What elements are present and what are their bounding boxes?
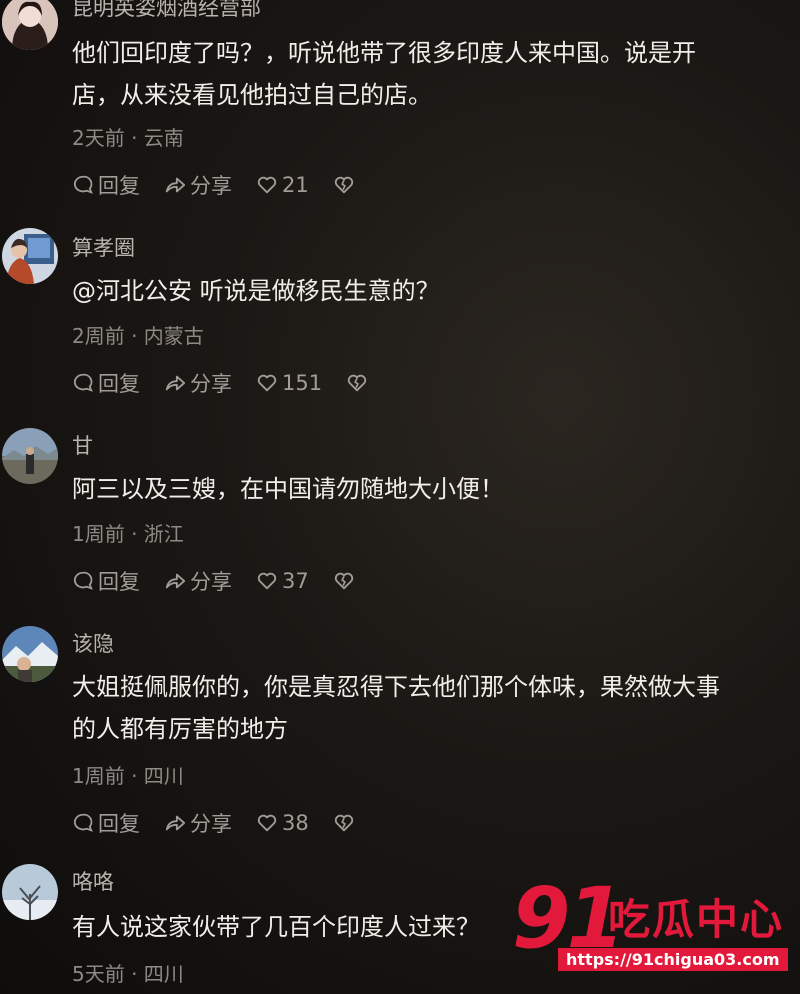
share-button[interactable]: 分享 — [164, 170, 232, 200]
avatar-photo-icon — [2, 626, 58, 682]
heart-icon — [257, 176, 277, 194]
share-button[interactable]: 分享 — [164, 808, 232, 838]
avatar-photo-icon — [2, 428, 58, 484]
comment-text-line: 他们回印度了吗？，听说他带了很多印度人来中国。说是开 — [72, 39, 696, 67]
heart-icon — [257, 572, 277, 590]
username[interactable]: 咯咯 — [72, 866, 114, 896]
share-button[interactable]: 分享 — [164, 368, 232, 398]
like-button[interactable]: 151 — [256, 371, 322, 395]
avatar-photo-icon — [2, 228, 58, 284]
dislike-button[interactable] — [333, 174, 359, 196]
comment-actions: 回复 分享 151 — [72, 368, 396, 398]
comment-bubble-icon — [73, 813, 93, 832]
share-label: 分享 — [190, 174, 232, 198]
comment-actions: 回复 分享 38 — [72, 808, 383, 838]
avatar-photo-icon — [2, 864, 58, 920]
comment-actions: 回复 分享 21 — [72, 170, 383, 200]
reply-button[interactable]: 回复 — [72, 566, 140, 596]
comment-meta: 5天前 · 四川 — [72, 962, 184, 986]
comment-bubble-icon — [73, 175, 93, 194]
comment-text-line: 的人都有厉害的地方 — [72, 715, 288, 743]
share-button[interactable]: 分享 — [164, 566, 232, 596]
like-count: 38 — [282, 811, 309, 835]
comment-text-line: 大姐挺佩服你的，你是真忍得下去他们那个体味，果然做大事 — [72, 673, 720, 701]
broken-heart-icon — [334, 814, 353, 832]
avatar[interactable] — [2, 626, 58, 682]
dislike-button[interactable] — [333, 570, 359, 592]
share-arrow-icon — [165, 177, 186, 193]
comment-meta: 1周前 · 四川 — [72, 764, 184, 788]
watermark-logo: 91 吃瓜中心 https://91chigua03.com — [512, 876, 788, 976]
reply-button[interactable]: 回复 — [72, 368, 140, 398]
share-label: 分享 — [190, 570, 232, 594]
like-button[interactable]: 37 — [256, 569, 309, 593]
comment-text: 大姐挺佩服你的，你是真忍得下去他们那个体味，果然做大事 的人都有厉害的地方 — [72, 666, 800, 750]
avatar[interactable] — [2, 864, 58, 920]
username[interactable]: 甘 — [72, 430, 93, 460]
reply-button[interactable]: 回复 — [72, 170, 140, 200]
username[interactable]: 昆明英姿烟酒经营部 — [72, 0, 261, 22]
share-arrow-icon — [165, 375, 186, 391]
avatar[interactable] — [2, 428, 58, 484]
comment-bubble-icon — [73, 373, 93, 392]
comment-text-line: 店，从来没看见他拍过自己的店。 — [72, 81, 432, 109]
like-count: 151 — [282, 371, 323, 395]
comment-text-line: @河北公安 听说是做移民生意的？ — [72, 277, 440, 305]
like-count: 21 — [282, 173, 309, 197]
share-arrow-icon — [165, 815, 186, 831]
watermark-url: https://91chigua03.com — [558, 948, 788, 971]
comment-text: @河北公安 听说是做移民生意的？ — [72, 270, 800, 312]
reply-label: 回复 — [98, 372, 140, 396]
comment-actions: 回复 分享 37 — [72, 566, 383, 596]
share-label: 分享 — [190, 372, 232, 396]
comment-meta: 2周前 · 内蒙古 — [72, 324, 204, 348]
username[interactable]: 该隐 — [72, 628, 114, 658]
username[interactable]: 算孝圈 — [72, 232, 135, 262]
comment-text-line: 阿三以及三嫂，在中国请勿随地大小便！ — [72, 475, 504, 503]
comment-meta: 1周前 · 浙江 — [72, 522, 184, 546]
broken-heart-icon — [347, 374, 367, 392]
avatar[interactable] — [2, 228, 58, 284]
comment-text: 阿三以及三嫂，在中国请勿随地大小便！ — [72, 468, 800, 510]
like-button[interactable]: 21 — [256, 173, 309, 197]
dislike-button[interactable] — [346, 372, 372, 394]
reply-label: 回复 — [98, 174, 140, 198]
like-count: 37 — [282, 569, 309, 593]
avatar-photo-icon — [2, 0, 58, 50]
share-arrow-icon — [165, 573, 186, 589]
comment-meta: 2天前 · 云南 — [72, 126, 184, 150]
broken-heart-icon — [334, 572, 353, 590]
share-label: 分享 — [190, 812, 232, 836]
reply-label: 回复 — [98, 570, 140, 594]
avatar[interactable] — [2, 0, 58, 50]
broken-heart-icon — [334, 176, 353, 194]
like-button[interactable]: 38 — [256, 811, 309, 835]
comment-text: 他们回印度了吗？，听说他带了很多印度人来中国。说是开 店，从来没看见他拍过自己的… — [72, 32, 800, 116]
dislike-button[interactable] — [333, 812, 359, 834]
heart-icon — [257, 814, 277, 832]
comment-bubble-icon — [73, 571, 93, 590]
reply-button[interactable]: 回复 — [72, 808, 140, 838]
heart-icon — [257, 374, 277, 392]
watermark-brand: 吃瓜中心 — [608, 895, 785, 944]
reply-label: 回复 — [98, 812, 140, 836]
